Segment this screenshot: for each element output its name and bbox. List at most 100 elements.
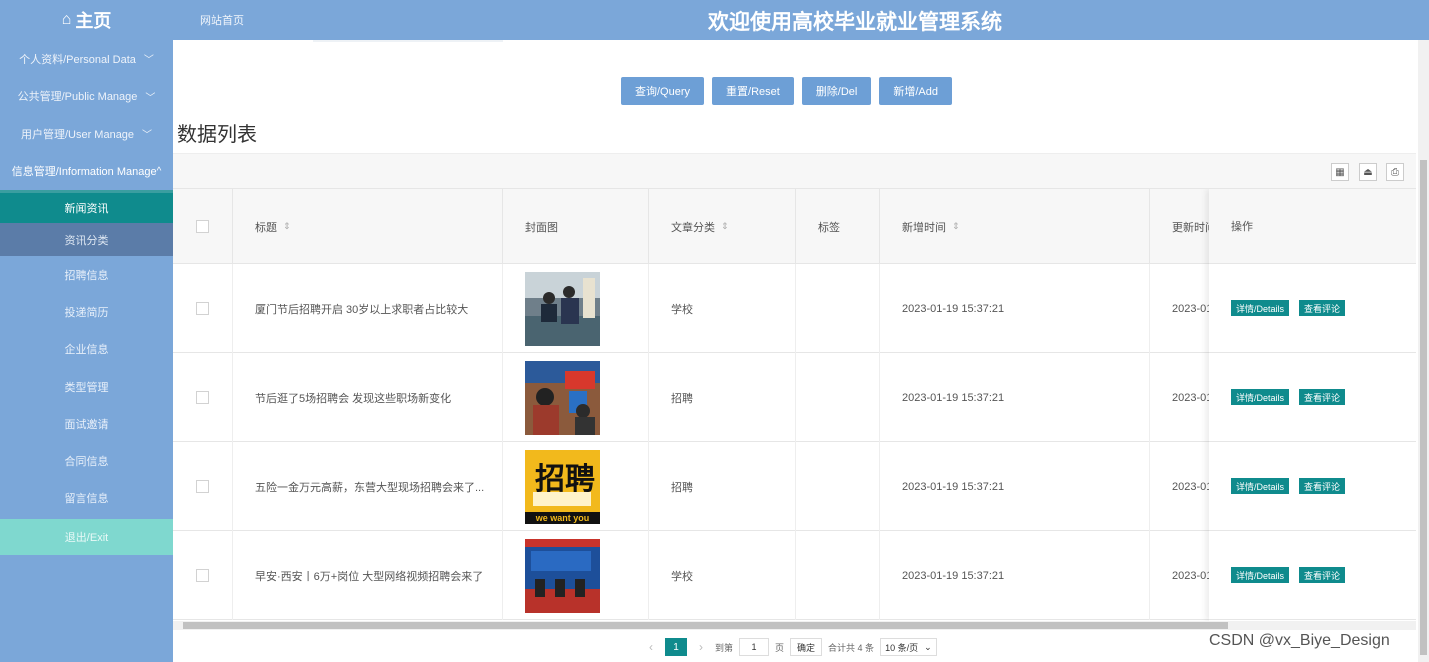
cell-category: 学校 (649, 264, 796, 353)
cell-title: 五险一金万元高薪，东营大型现场招聘会来了... (233, 442, 503, 531)
details-button[interactable]: 详情/Details (1231, 300, 1290, 316)
watermark: CSDN @vx_Biye_Design (1209, 632, 1390, 649)
details-button[interactable]: 详情/Details (1231, 389, 1290, 405)
row-checkbox-cell (173, 264, 233, 353)
cell-tags (796, 442, 880, 531)
data-table: 标题 ⇕ 封面图 文章分类 ⇕ 标签 新增时间 ⇕ 更新时间 厦门节后招聘开启 30岁… (173, 189, 1416, 621)
chevron-down-icon: ⌄ (924, 641, 932, 652)
print-icon[interactable]: ⎙ (1386, 163, 1404, 181)
cell-tags (796, 531, 880, 620)
vertical-scrollbar[interactable] (1418, 40, 1429, 662)
sidebar-item-label: 招聘信息 (64, 269, 109, 282)
add-button[interactable]: 新增/Add (879, 77, 953, 105)
sidebar-item-messages[interactable]: 留言信息 (0, 480, 173, 517)
row-checkbox[interactable] (196, 391, 209, 404)
sidebar-item-label: 企业信息 (64, 344, 109, 357)
cover-image (525, 271, 600, 346)
sidebar: 个人资料/Personal Data ﹀ 公共管理/Public Manage … (0, 40, 173, 662)
chevron-down-icon: ﹀ (145, 92, 156, 104)
column-label: 操作 (1231, 221, 1253, 233)
sort-icon[interactable]: ⇕ (952, 221, 960, 232)
pagination: ‹ 1 › 到第 1 页 确定 合计共 4 条 10 条/页 ⌄ (643, 638, 937, 656)
cover-image: 招聘 we want you (525, 449, 600, 524)
system-title: 欢迎使用高校毕业就业管理系统 (708, 11, 1002, 34)
view-comments-button[interactable]: 查看评论 (1299, 300, 1346, 316)
details-button[interactable]: 详情/Details (1231, 567, 1290, 583)
delete-button[interactable]: 删除/Del (801, 77, 872, 105)
page-size-value: 10 条/页 (885, 642, 919, 653)
sidebar-item-news[interactable]: 新闻资讯 (0, 190, 173, 223)
sidebar-group-information-manage[interactable]: 信息管理/Information Manage ^ (0, 153, 173, 191)
goto-label: 到第 (715, 642, 734, 653)
column-header-cover: 封面图 (503, 189, 649, 264)
sidebar-item-types[interactable]: 类型管理 (0, 368, 173, 405)
sidebar-item-contracts[interactable]: 合同信息 (0, 442, 173, 479)
details-button[interactable]: 详情/Details (1231, 478, 1290, 494)
row-checkbox[interactable] (196, 569, 209, 582)
sidebar-item-companies[interactable]: 企业信息 (0, 331, 173, 368)
chevron-down-icon: ﹀ (143, 55, 154, 67)
sort-icon[interactable]: ⇕ (721, 221, 729, 232)
site-home-link[interactable]: 网站首页 (200, 12, 244, 28)
column-label: 新增时间 (902, 221, 946, 234)
column-header-category[interactable]: 文章分类 ⇕ (649, 189, 796, 264)
page-size-select[interactable]: 10 条/页 ⌄ (880, 638, 937, 656)
query-button[interactable]: 查询/Query (621, 77, 705, 105)
cover-image (525, 360, 600, 435)
cell-cover (503, 264, 649, 353)
exit-label: 退出/Exit (64, 532, 109, 545)
sidebar-item-resumes[interactable]: 投递简历 (0, 293, 173, 330)
goto-confirm-button[interactable]: 确定 (790, 638, 823, 656)
action-buttons: 查询/Query 重置/Reset 删除/Del 新增/Add (621, 77, 953, 105)
sidebar-group-user-manage[interactable]: 用户管理/User Manage ﹀ (0, 115, 173, 153)
exit-button[interactable]: 退出/Exit (0, 519, 173, 556)
cell-created: 2023-01-19 15:37:21 (880, 531, 1150, 620)
cell-tags (796, 353, 880, 442)
reset-button[interactable]: 重置/Reset (712, 77, 794, 105)
columns-icon[interactable]: ▦ (1331, 163, 1349, 181)
horizontal-scroll-thumb[interactable] (183, 622, 1228, 629)
table-toolbar: ▦ ⏏ ⎙ (173, 153, 1416, 189)
row-checkbox[interactable] (196, 302, 209, 315)
column-header-ops: 操作 (1209, 189, 1416, 264)
chevron-up-icon: ^ (156, 165, 162, 177)
export-icon[interactable]: ⏏ (1359, 163, 1377, 181)
ops-cell: 详情/Details 查看评论 (1209, 264, 1416, 353)
column-header-title[interactable]: 标题 ⇕ (233, 189, 503, 264)
sidebar-item-label: 资讯分类 (64, 234, 109, 247)
page-unit-label: 页 (775, 642, 785, 653)
row-checkbox-cell (173, 353, 233, 442)
sort-icon[interactable]: ⇕ (283, 221, 291, 232)
page-number-current[interactable]: 1 (665, 638, 687, 656)
horizontal-scrollbar[interactable] (173, 621, 1416, 630)
goto-page-input[interactable]: 1 (739, 638, 770, 656)
column-header-created[interactable]: 新增时间 ⇕ (880, 189, 1150, 264)
select-all-checkbox[interactable] (196, 220, 209, 233)
home-button[interactable]: ⌂ 主页 (0, 0, 173, 40)
row-checkbox[interactable] (196, 480, 209, 493)
view-comments-button[interactable]: 查看评论 (1299, 478, 1346, 494)
sidebar-group-public-manage[interactable]: 公共管理/Public Manage ﹀ (0, 78, 173, 116)
cell-created: 2023-01-19 15:37:21 (880, 442, 1150, 531)
ops-cell: 详情/Details 查看评论 (1209, 531, 1416, 620)
sidebar-item-news-category[interactable]: 资讯分类 (0, 223, 173, 256)
column-label: 文章分类 (671, 221, 715, 234)
sidebar-item-label: 投递简历 (64, 306, 109, 319)
view-comments-button[interactable]: 查看评论 (1299, 389, 1346, 405)
view-comments-button[interactable]: 查看评论 (1299, 567, 1346, 583)
cell-title: 厦门节后招聘开启 30岁以上求职者占比较大 (233, 264, 503, 353)
main-content: 查询/Query 重置/Reset 删除/Del 新增/Add 数据列表 ▦ ⏏… (173, 40, 1429, 662)
sidebar-item-label: 面试邀请 (64, 418, 109, 431)
prev-page-icon[interactable]: ‹ (643, 640, 659, 654)
vertical-scroll-thumb[interactable] (1420, 160, 1427, 655)
cell-created: 2023-01-19 15:37:21 (880, 353, 1150, 442)
chevron-down-icon: ﹀ (142, 130, 153, 142)
sidebar-group-personal-data[interactable]: 个人资料/Personal Data ﹀ (0, 40, 173, 78)
cell-tags (796, 264, 880, 353)
sidebar-item-interviews[interactable]: 面试邀请 (0, 405, 173, 442)
next-page-icon[interactable]: › (693, 640, 709, 654)
column-header-tags: 标签 (796, 189, 880, 264)
sidebar-item-jobs[interactable]: 招聘信息 (0, 256, 173, 293)
sidebar-group-label: 个人资料/Personal Data (19, 53, 136, 66)
column-label: 标题 (255, 221, 277, 234)
